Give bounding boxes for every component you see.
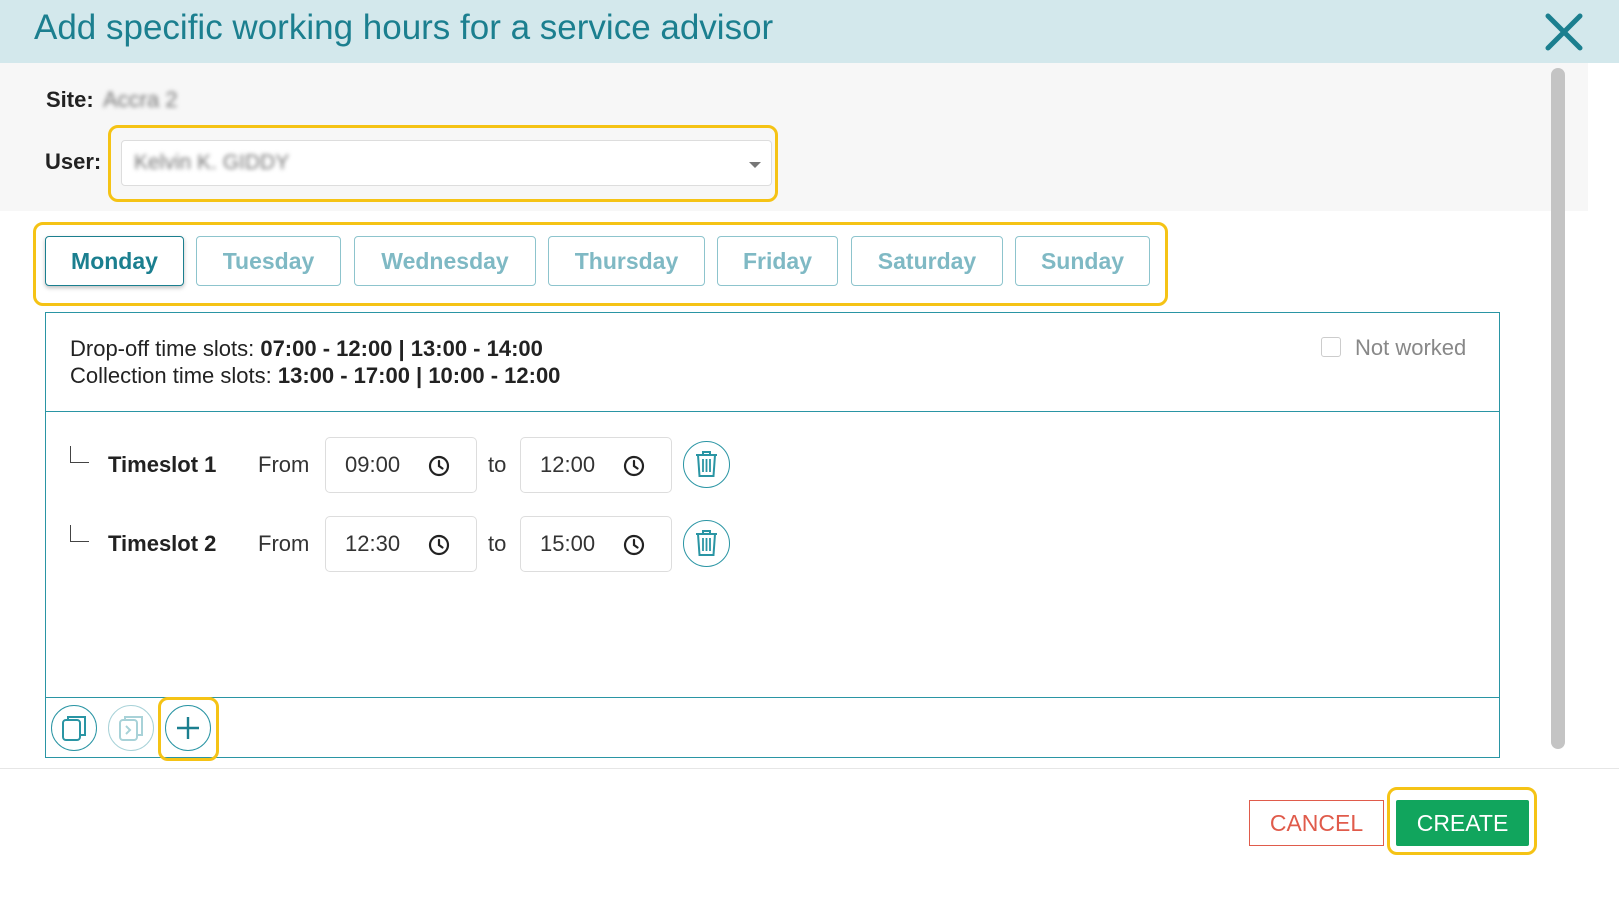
trash-icon (696, 530, 717, 556)
timeslot-name: Timeslot 1 (108, 452, 217, 477)
clock-icon (428, 455, 450, 477)
dialog-titlebar: Add specific working hours for a service… (0, 0, 1619, 63)
close-icon[interactable] (1540, 8, 1588, 56)
trash-icon (696, 451, 717, 477)
highlight-create-button (1387, 787, 1537, 855)
collection-label: Collection time slots: (70, 363, 278, 388)
to-time-input[interactable]: 12:00 (520, 437, 672, 493)
highlight-user-select (108, 125, 778, 202)
cancel-button[interactable]: CANCEL (1249, 800, 1384, 846)
clock-icon (428, 534, 450, 556)
timeslot-row: Timeslot 1 From 09:00 to 12:00 (46, 437, 1499, 493)
to-label: to (488, 452, 507, 477)
timeslot-name: Timeslot 2 (108, 531, 217, 556)
panel-toolbar (46, 697, 1499, 757)
day-schedule-panel: Drop-off time slots: 07:00 - 12:00 | 13:… (45, 312, 1500, 758)
dialog-title: Add specific working hours for a service… (34, 8, 774, 47)
scrollbar[interactable] (1551, 68, 1565, 749)
not-worked-checkbox[interactable] (1321, 337, 1341, 357)
clock-icon (623, 455, 645, 477)
paste-icon (119, 716, 143, 741)
to-time-input[interactable]: 15:00 (520, 516, 672, 572)
site-value: Accra 2 (103, 87, 178, 112)
copy-day-button[interactable] (51, 705, 97, 751)
dropoff-slots: Drop-off time slots: 07:00 - 12:00 | 13:… (70, 336, 543, 362)
delete-timeslot-button[interactable] (683, 520, 730, 567)
to-time-value: 15:00 (540, 531, 596, 556)
collection-slots: Collection time slots: 13:00 - 17:00 | 1… (70, 363, 560, 389)
tree-connector (70, 446, 89, 463)
dropoff-label: Drop-off time slots: (70, 336, 261, 361)
timeslot-row: Timeslot 2 From 12:30 to 15:00 (46, 516, 1499, 572)
highlight-day-tabs (33, 222, 1168, 306)
to-label: to (488, 531, 507, 556)
from-label: From (258, 452, 310, 477)
copy-icon (62, 716, 86, 741)
user-label: User: (45, 149, 102, 174)
not-worked-label: Not worked (1355, 335, 1467, 360)
from-time-value: 12:30 (345, 531, 401, 556)
clock-icon (623, 534, 645, 556)
highlight-add-timeslot (158, 697, 219, 761)
paste-day-button[interactable] (108, 705, 154, 751)
slots-summary: Drop-off time slots: 07:00 - 12:00 | 13:… (46, 313, 1499, 412)
tree-connector (70, 525, 89, 542)
from-time-value: 09:00 (345, 452, 401, 477)
from-label: From (258, 531, 310, 556)
delete-timeslot-button[interactable] (683, 441, 730, 488)
site-label: Site: (46, 87, 94, 112)
dropoff-value: 07:00 - 12:00 | 13:00 - 14:00 (260, 336, 543, 361)
collection-value: 13:00 - 17:00 | 10:00 - 12:00 (277, 363, 561, 388)
to-time-value: 12:00 (540, 452, 596, 477)
from-time-input[interactable]: 12:30 (325, 516, 477, 572)
from-time-input[interactable]: 09:00 (325, 437, 477, 493)
